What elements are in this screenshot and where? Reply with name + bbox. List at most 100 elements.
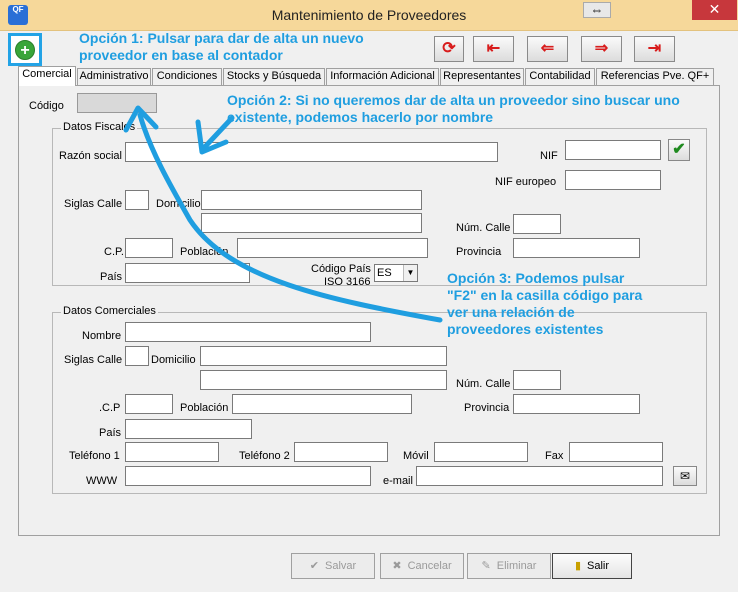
eraser-icon: ✎	[481, 560, 491, 572]
telefono1-label: Teléfono 1	[69, 450, 120, 462]
provincia-field[interactable]	[513, 238, 640, 258]
poblacion-com-label: Población	[180, 402, 229, 414]
num-calle-field[interactable]	[513, 214, 561, 234]
last-record-button[interactable]: ⇥	[634, 36, 675, 62]
num-calle-com-label: Núm. Calle	[456, 378, 511, 390]
tab-informacion-adicional[interactable]: Información Adicional	[326, 68, 439, 85]
delete-button[interactable]: ✎ Eliminar	[467, 553, 551, 579]
siglas-calle-com-field[interactable]	[125, 346, 149, 366]
pais-com-label: País	[99, 427, 122, 439]
checkmark-icon: ✔	[309, 560, 320, 572]
checkmark-icon: ✔	[672, 141, 686, 158]
last-arrow-icon: ⇥	[647, 40, 662, 57]
door-exit-icon: ▮	[574, 560, 582, 572]
tab-stocks-busqueda[interactable]: Stocks y Búsqueda	[223, 68, 325, 85]
movil-field[interactable]	[434, 442, 528, 462]
cp-label: C.P.	[104, 246, 124, 258]
tab-condiciones[interactable]: Condiciones	[152, 68, 222, 85]
send-email-button[interactable]: ✉	[673, 466, 697, 486]
next-record-button[interactable]: ⇒	[581, 36, 622, 62]
tab-referencias[interactable]: Referencias Pve. QF+	[596, 68, 714, 85]
iso-label: ISO 3166	[324, 276, 371, 288]
window-title: Mantenimiento de Proveedores	[271, 7, 467, 23]
exit-button[interactable]: ▮ Salir	[552, 553, 632, 579]
email-label: e-mail	[383, 475, 413, 487]
codigo-pais-label: Código País	[311, 263, 371, 275]
cp-com-field[interactable]	[125, 394, 173, 414]
annotation-option-1: Opción 1: Pulsar para dar de alta un nue…	[79, 30, 364, 63]
delete-label: Eliminar	[496, 560, 537, 572]
check-nif-button[interactable]: ✔	[668, 139, 690, 161]
annotation-option-3: Opción 3: Podemos pulsar "F2" en la casi…	[447, 270, 643, 337]
tab-comercial[interactable]: Comercial	[18, 66, 76, 86]
close-button[interactable]: ✕	[692, 0, 737, 20]
first-record-button[interactable]: ⇤	[473, 36, 514, 62]
left-arrow-icon: ⇐	[540, 40, 555, 57]
fax-field[interactable]	[569, 442, 663, 462]
cp-com-label: .C.P	[99, 402, 121, 414]
telefono2-label: Teléfono 2	[239, 450, 290, 462]
save-button[interactable]: ✔ Salvar	[291, 553, 375, 579]
num-calle-com-field[interactable]	[513, 370, 561, 390]
num-calle-label: Núm. Calle	[456, 222, 511, 234]
tab-representantes[interactable]: Representantes	[440, 68, 524, 85]
datos-fiscales-title: Datos Fiscales	[61, 121, 138, 133]
siglas-calle-field[interactable]	[125, 190, 149, 210]
domicilio-com-field-2[interactable]	[200, 370, 447, 390]
nombre-label: Nombre	[82, 330, 122, 342]
datos-comerciales-title: Datos Comerciales	[61, 305, 158, 317]
nif-field[interactable]	[565, 140, 661, 160]
telefono1-field[interactable]	[125, 442, 219, 462]
save-label: Salvar	[325, 560, 357, 572]
nombre-field[interactable]	[125, 322, 371, 342]
chevron-down-icon: ▼	[403, 265, 417, 281]
www-label: WWW	[86, 475, 118, 487]
telefono2-field[interactable]	[294, 442, 388, 462]
codigo-field[interactable]	[77, 93, 157, 113]
nif-europeo-field[interactable]	[565, 170, 661, 190]
exit-label: Salir	[587, 560, 610, 572]
cp-field[interactable]	[125, 238, 173, 258]
first-arrow-icon: ⇤	[486, 40, 501, 57]
domicilio-com-field[interactable]	[200, 346, 447, 366]
siglas-calle-label: Siglas Calle	[64, 198, 123, 210]
refresh-button[interactable]: ⟳	[434, 36, 464, 62]
poblacion-label: Población	[180, 246, 229, 258]
cancel-button[interactable]: ✖ Cancelar	[380, 553, 464, 579]
razon-social-label: Razón social	[59, 150, 122, 162]
movil-label: Móvil	[403, 450, 429, 462]
razon-social-field[interactable]	[125, 142, 498, 162]
poblacion-com-field[interactable]	[232, 394, 412, 414]
tab-bar: Comercial Administrativo Condiciones Sto…	[18, 66, 718, 86]
poblacion-field[interactable]	[237, 238, 428, 258]
tab-administrativo[interactable]: Administrativo	[77, 68, 151, 85]
domicilio-com-label: Domicilio	[151, 354, 196, 366]
siglas-calle-com-label: Siglas Calle	[64, 354, 123, 366]
provincia-com-field[interactable]	[513, 394, 640, 414]
domicilio-field-2[interactable]	[201, 213, 422, 233]
right-arrow-icon: ⇒	[594, 40, 609, 57]
pais-com-field[interactable]	[125, 419, 252, 439]
cancel-x-icon: ✖	[392, 560, 402, 572]
add-icon: +	[15, 40, 35, 60]
restore-button[interactable]: ⇔	[583, 2, 611, 18]
domicilio-field[interactable]	[201, 190, 422, 210]
title-bar: QF Mantenimiento de Proveedores ⇔ ✕	[0, 0, 738, 31]
iso-select[interactable]: ES ▼	[374, 264, 418, 282]
cancel-label: Cancelar	[407, 560, 452, 572]
fax-label: Fax	[545, 450, 564, 462]
nif-europeo-label: NIF europeo	[495, 176, 557, 188]
add-new-button[interactable]: +	[8, 33, 42, 66]
previous-record-button[interactable]: ⇐	[527, 36, 568, 62]
tab-contabilidad[interactable]: Contabilidad	[525, 68, 595, 85]
pais-field[interactable]	[125, 263, 250, 283]
provincia-label: Provincia	[456, 246, 502, 258]
pais-label: País	[100, 271, 123, 283]
annotation-option-2: Opción 2: Si no queremos dar de alta un …	[227, 92, 680, 125]
www-field[interactable]	[125, 466, 371, 486]
email-field[interactable]	[416, 466, 663, 486]
codigo-label: Código	[29, 100, 64, 112]
envelope-icon: ✉	[679, 469, 691, 483]
domicilio-label: Domicilio	[156, 198, 201, 210]
provincia-com-label: Provincia	[464, 402, 510, 414]
